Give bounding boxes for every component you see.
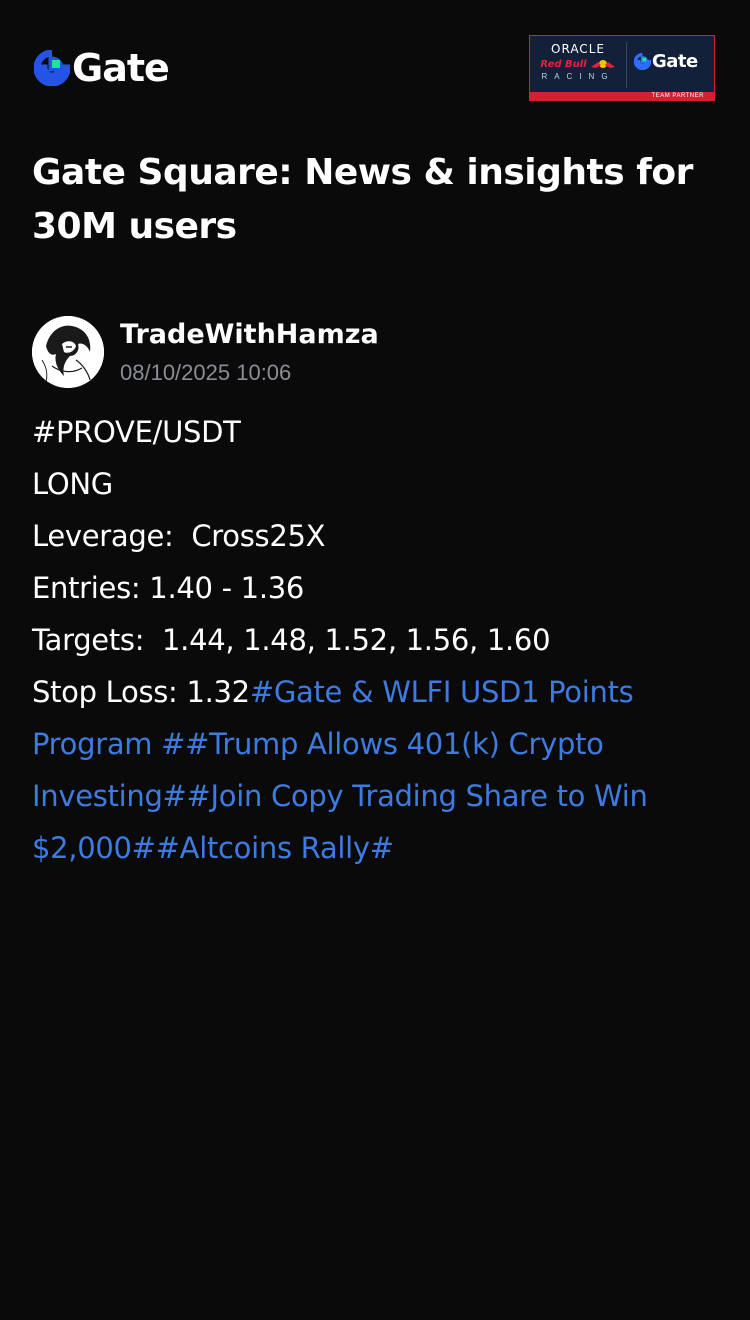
author-name[interactable]: TradeWithHamza (120, 318, 379, 352)
red-bull-icon (590, 60, 615, 68)
oracle-wordmark: ORACLE (551, 42, 605, 56)
stop-loss-text: Stop Loss: 1.32 (32, 675, 250, 709)
page-title: Gate Square: News & insights for 30M use… (32, 152, 693, 247)
post-line: Entries: 1.40 - 1.36 (32, 571, 305, 605)
post-author: TradeWithHamza 08/10/2025 10:06 (32, 316, 722, 390)
avatar[interactable] (32, 316, 104, 388)
red-bull-wordmark: Red Bull (538, 57, 618, 71)
post-content: #PROVE/USDT LONG Leverage: Cross25X Entr… (32, 406, 722, 874)
team-partner-badge[interactable]: ORACLE Red Bull RACING Gate TEAM PARTNER (529, 35, 715, 101)
post-line: Stop Loss: 1.32#Gate & WLFI USD1 Points … (32, 675, 648, 865)
post-line: #PROVE/USDT (32, 415, 241, 449)
logo-text: Gate (72, 46, 170, 90)
avatar-image (32, 316, 104, 388)
post-line: Leverage: Cross25X (32, 519, 326, 553)
gate-logo-icon (634, 52, 651, 70)
post-line: LONG (32, 467, 113, 501)
racing-wordmark: RACING (541, 72, 615, 81)
header: Gate ORACLE Red Bull RACING Gate TEAM PA… (0, 0, 750, 130)
partner-gate-logo: Gate (634, 50, 698, 72)
badge-divider (626, 42, 627, 88)
gate-logo-icon (34, 50, 70, 86)
oracle-red-bull-racing-logo: ORACLE Red Bull RACING (530, 36, 626, 94)
team-partner-strip: TEAM PARTNER (530, 92, 714, 100)
gate-logo[interactable]: Gate (34, 46, 170, 90)
post-line: Targets: 1.44, 1.48, 1.52, 1.56, 1.60 (32, 623, 551, 657)
post-timestamp: 08/10/2025 10:06 (120, 360, 292, 385)
